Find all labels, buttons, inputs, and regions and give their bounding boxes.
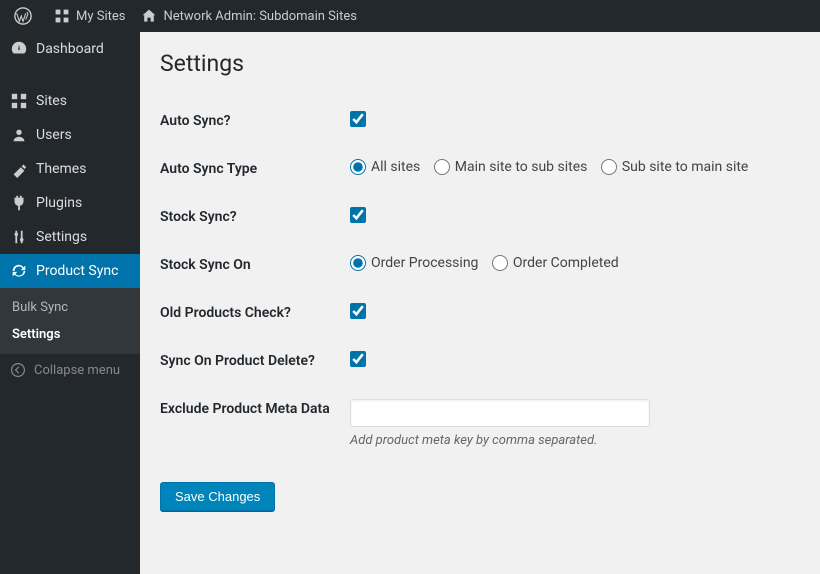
sites-icon <box>54 8 70 24</box>
radio-main-to-sub[interactable]: Main site to sub sites <box>434 159 588 175</box>
collapse-icon <box>10 362 26 378</box>
radio-order-processing-input[interactable] <box>350 255 366 271</box>
settings-form: Auto Sync? Auto Sync Type All sites Main… <box>160 97 800 462</box>
radio-main-to-sub-input[interactable] <box>434 159 450 175</box>
stock-sync-checkbox[interactable] <box>350 207 366 223</box>
radio-order-processing[interactable]: Order Processing <box>350 255 478 271</box>
my-sites-link[interactable]: My Sites <box>46 0 133 32</box>
stock-sync-on-label: Stock Sync On <box>160 241 350 289</box>
auto-sync-checkbox[interactable] <box>350 111 366 127</box>
stock-sync-on-group: Order Processing Order Completed <box>350 255 800 275</box>
collapse-label: Collapse menu <box>34 363 120 378</box>
radio-order-completed[interactable]: Order Completed <box>492 255 619 271</box>
my-sites-label: My Sites <box>76 9 125 24</box>
stock-sync-label: Stock Sync? <box>160 193 350 241</box>
menu-label: Themes <box>36 161 86 177</box>
save-button[interactable]: Save Changes <box>160 482 275 511</box>
menu-plugins[interactable]: Plugins <box>0 186 140 220</box>
radio-order-completed-input[interactable] <box>492 255 508 271</box>
collapse-menu[interactable]: Collapse menu <box>0 354 140 386</box>
sync-on-delete-label: Sync On Product Delete? <box>160 337 350 385</box>
old-products-checkbox[interactable] <box>350 303 366 319</box>
admin-bar: My Sites Network Admin: Subdomain Sites <box>0 0 820 32</box>
themes-icon <box>10 160 28 178</box>
menu-label: Sites <box>36 93 67 109</box>
sync-on-delete-checkbox[interactable] <box>350 351 366 367</box>
wp-logo[interactable] <box>6 0 46 32</box>
network-admin-link[interactable]: Network Admin: Subdomain Sites <box>133 0 364 32</box>
menu-label: Users <box>36 127 72 143</box>
network-admin-label: Network Admin: Subdomain Sites <box>163 9 356 24</box>
exclude-meta-input[interactable] <box>350 399 650 427</box>
menu-label: Dashboard <box>36 41 104 57</box>
radio-all-sites-input[interactable] <box>350 159 366 175</box>
menu-label: Plugins <box>36 195 82 211</box>
radio-sub-to-main[interactable]: Sub site to main site <box>601 159 749 175</box>
auto-sync-label: Auto Sync? <box>160 97 350 145</box>
menu-dashboard[interactable]: Dashboard <box>0 32 140 66</box>
menu-users[interactable]: Users <box>0 118 140 152</box>
old-products-label: Old Products Check? <box>160 289 350 337</box>
sync-icon <box>10 262 28 280</box>
exclude-meta-label: Exclude Product Meta Data <box>160 385 350 462</box>
plugins-icon <box>10 194 28 212</box>
sites-icon <box>10 92 28 110</box>
menu-label: Settings <box>36 229 87 245</box>
home-icon <box>141 8 157 24</box>
auto-sync-type-label: Auto Sync Type <box>160 145 350 193</box>
settings-icon <box>10 228 28 246</box>
dashboard-icon <box>10 40 28 58</box>
admin-sidebar: Dashboard Sites Users Themes Plugins Set… <box>0 32 140 574</box>
users-icon <box>10 126 28 144</box>
menu-label: Product Sync <box>36 263 118 279</box>
menu-settings[interactable]: Settings <box>0 220 140 254</box>
menu-product-sync[interactable]: Product Sync <box>0 254 140 288</box>
radio-all-sites[interactable]: All sites <box>350 159 420 175</box>
submenu-settings[interactable]: Settings <box>0 321 140 348</box>
radio-sub-to-main-input[interactable] <box>601 159 617 175</box>
submenu-bulk-sync[interactable]: Bulk Sync <box>0 294 140 321</box>
menu-sites[interactable]: Sites <box>0 84 140 118</box>
menu-themes[interactable]: Themes <box>0 152 140 186</box>
submenu: Bulk Sync Settings <box>0 288 140 354</box>
exclude-meta-description: Add product meta key by comma separated. <box>350 433 800 448</box>
auto-sync-type-group: All sites Main site to sub sites Sub sit… <box>350 159 800 179</box>
main-content: Settings Auto Sync? Auto Sync Type All s… <box>140 32 820 574</box>
wordpress-icon <box>14 7 32 25</box>
page-title: Settings <box>160 50 800 77</box>
